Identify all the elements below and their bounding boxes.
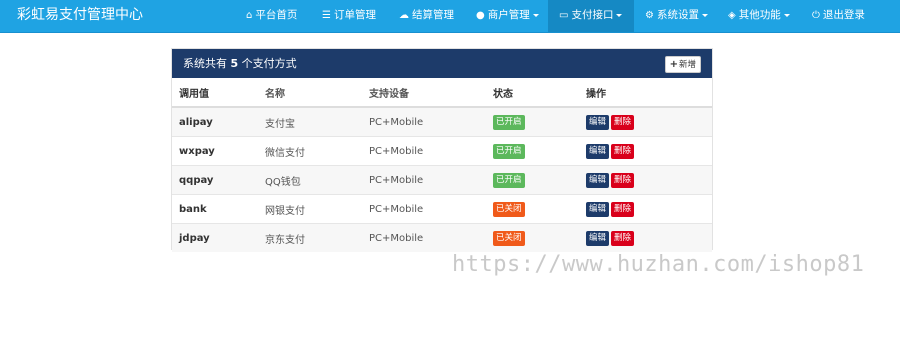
payment-methods-panel: 系统共有 5 个支付方式 +新增 调用值 名称 支持设备 状态 操作 alipa… bbox=[171, 48, 713, 252]
status-badge[interactable]: 已开启 bbox=[493, 114, 525, 130]
row-code: qqpay bbox=[172, 165, 265, 195]
table-row: jdpay 京东支付 PC+Mobile 已关闭 编辑 删除 bbox=[172, 223, 712, 252]
column-header-name: 名称 bbox=[265, 78, 369, 108]
edit-button[interactable]: 编辑 bbox=[586, 114, 610, 130]
nav-logout-label: 退出登录 bbox=[822, 9, 865, 21]
chevron-down-icon bbox=[616, 13, 623, 17]
delete-button[interactable]: 删除 bbox=[611, 201, 635, 217]
home-icon: ⌂ bbox=[246, 10, 253, 21]
status-badge[interactable]: 已开启 bbox=[493, 143, 525, 159]
nav-system-settings-label: 系统设置 bbox=[656, 9, 699, 21]
panel-heading: 系统共有 5 个支付方式 +新增 bbox=[172, 49, 712, 78]
column-header-actions: 操作 bbox=[586, 78, 712, 108]
status-badge[interactable]: 已关闭 bbox=[493, 230, 525, 246]
nav-merchants[interactable]: ● 商户管理 bbox=[476, 0, 539, 32]
row-code: jdpay bbox=[172, 223, 265, 252]
edit-button[interactable]: 编辑 bbox=[586, 230, 610, 246]
table-header-row: 调用值 名称 支持设备 状态 操作 bbox=[172, 78, 712, 108]
add-payment-label: 新增 bbox=[678, 60, 696, 70]
table-row: bank 网银支付 PC+Mobile 已关闭 编辑 删除 bbox=[172, 194, 712, 224]
row-code: alipay bbox=[172, 106, 265, 137]
list-icon: ☰ bbox=[322, 10, 331, 21]
row-device: PC+Mobile bbox=[369, 223, 493, 252]
nav-settlement[interactable]: ☁ 结算管理 bbox=[399, 0, 454, 32]
edit-button[interactable]: 编辑 bbox=[586, 201, 610, 217]
edit-button[interactable]: 编辑 bbox=[586, 143, 610, 159]
payment-methods-table: 调用值 名称 支持设备 状态 操作 alipay 支付宝 PC+Mobile 已… bbox=[172, 78, 712, 252]
nav-merchants-label: 商户管理 bbox=[487, 9, 530, 21]
user-icon: ● bbox=[476, 10, 485, 21]
plus-icon: + bbox=[669, 59, 678, 70]
panel-title: 系统共有 5 个支付方式 bbox=[183, 49, 297, 78]
nav-logout[interactable]: ⏻ 退出登录 bbox=[812, 0, 865, 32]
row-name: 微信支付 bbox=[265, 136, 369, 166]
panel-title-suffix: 个支付方式 bbox=[241, 57, 297, 70]
nav-payment-interfaces-label: 支付接口 bbox=[571, 9, 614, 21]
row-device: PC+Mobile bbox=[369, 165, 493, 195]
payment-method-count: 5 bbox=[230, 57, 239, 70]
row-code: bank bbox=[172, 194, 265, 224]
status-badge[interactable]: 已关闭 bbox=[493, 201, 525, 217]
chevron-down-icon bbox=[532, 13, 539, 17]
column-header-code: 调用值 bbox=[172, 78, 265, 108]
nav-payment-interfaces[interactable]: ▭ 支付接口 bbox=[548, 0, 634, 32]
row-name: 支付宝 bbox=[265, 106, 369, 137]
row-device: PC+Mobile bbox=[369, 136, 493, 166]
chevron-down-icon bbox=[783, 13, 790, 17]
row-device: PC+Mobile bbox=[369, 106, 493, 137]
nav-home-label: 平台首页 bbox=[255, 9, 298, 21]
table-row: qqpay QQ钱包 PC+Mobile 已开启 编辑 删除 bbox=[172, 165, 712, 195]
chevron-down-icon bbox=[701, 13, 708, 17]
row-device: PC+Mobile bbox=[369, 194, 493, 224]
table-row: wxpay 微信支付 PC+Mobile 已开启 编辑 删除 bbox=[172, 136, 712, 166]
edit-button[interactable]: 编辑 bbox=[586, 172, 610, 188]
top-navbar: 彩虹易支付管理中心 ⌂ 平台首页 ☰ 订单管理 ☁ 结算管理 ● 商户管理 ▭ 支付接口 … bbox=[0, 0, 900, 33]
box-icon: ◈ bbox=[728, 10, 736, 21]
app-brand[interactable]: 彩虹易支付管理中心 bbox=[17, 0, 143, 32]
row-name: 京东支付 bbox=[265, 223, 369, 252]
nav-other-functions-label: 其他功能 bbox=[738, 9, 781, 21]
nav-system-settings[interactable]: ⚙ 系统设置 bbox=[645, 0, 708, 32]
watermark-text: https://www.huzhan.com/ishop81 bbox=[452, 252, 865, 277]
row-code: wxpay bbox=[172, 136, 265, 166]
table-row: alipay 支付宝 PC+Mobile 已开启 编辑 删除 bbox=[172, 106, 712, 137]
nav-orders[interactable]: ☰ 订单管理 bbox=[322, 0, 376, 32]
delete-button[interactable]: 删除 bbox=[611, 230, 635, 246]
delete-button[interactable]: 删除 bbox=[611, 114, 635, 130]
column-header-status: 状态 bbox=[493, 78, 586, 108]
nav-orders-label: 订单管理 bbox=[333, 9, 376, 21]
status-badge[interactable]: 已开启 bbox=[493, 172, 525, 188]
nav-home[interactable]: ⌂ 平台首页 bbox=[246, 0, 297, 32]
gear-icon: ⚙ bbox=[645, 10, 654, 21]
column-header-device: 支持设备 bbox=[369, 78, 493, 108]
row-name: QQ钱包 bbox=[265, 165, 369, 195]
row-name: 网银支付 bbox=[265, 194, 369, 224]
cloud-icon: ☁ bbox=[399, 10, 409, 21]
delete-button[interactable]: 删除 bbox=[611, 172, 635, 188]
panel-title-prefix: 系统共有 bbox=[183, 57, 227, 70]
delete-button[interactable]: 删除 bbox=[611, 143, 635, 159]
power-icon: ⏻ bbox=[812, 10, 820, 21]
credit-card-icon: ▭ bbox=[559, 10, 569, 21]
nav-other-functions[interactable]: ◈ 其他功能 bbox=[728, 0, 790, 32]
add-payment-button[interactable]: +新增 bbox=[664, 56, 701, 73]
nav-settlement-label: 结算管理 bbox=[412, 9, 454, 21]
